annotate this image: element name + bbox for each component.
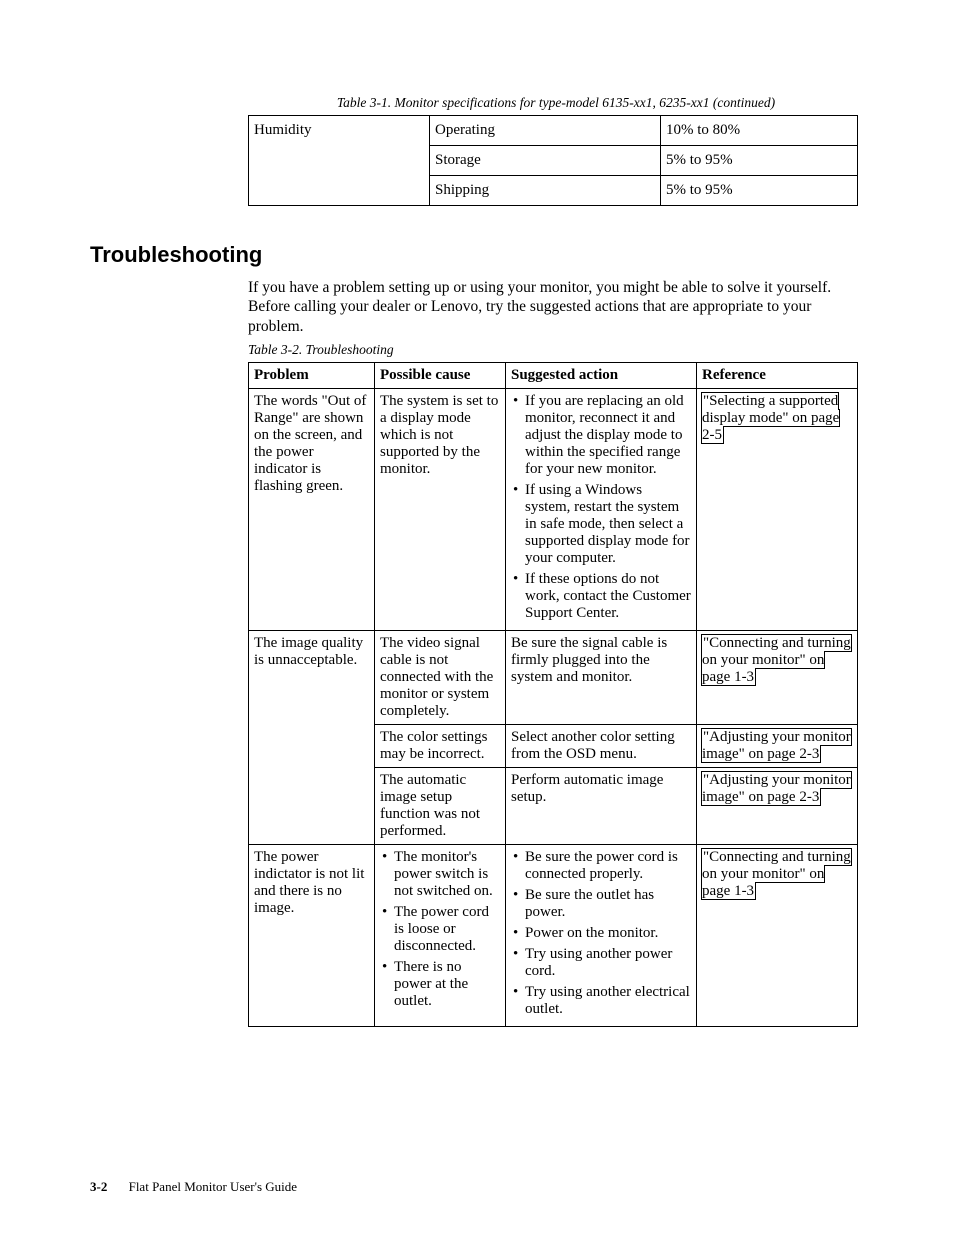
cell-action: Perform automatic image setup. [506, 768, 697, 845]
list-item: There is no power at the outlet. [394, 959, 500, 1010]
list-item: Be sure the outlet has power. [525, 887, 691, 921]
cell-cause: The color settings may be incorrect. [375, 725, 506, 768]
trouble-table: Problem Possible cause Suggested action … [248, 362, 858, 1027]
cell-problem: The image quality is unnacceptable. [249, 631, 375, 845]
reference-link[interactable]: "Selecting a supported display mode" on … [702, 393, 839, 443]
th-action: Suggested action [506, 363, 697, 389]
spec-cond: Storage [430, 146, 661, 176]
action-list: Be sure the power cord is connected prop… [511, 849, 691, 1018]
cell-reference: "Connecting and turning on your monitor"… [697, 845, 858, 1027]
list-item: The power cord is loose or disconnected. [394, 904, 500, 955]
table-row: Humidity Operating 10% to 80% [249, 116, 858, 146]
cell-problem: The words "Out of Range" are shown on th… [249, 389, 375, 631]
spec-cond: Operating [430, 116, 661, 146]
th-reference: Reference [697, 363, 858, 389]
table-header-row: Problem Possible cause Suggested action … [249, 363, 858, 389]
list-item: If these options do not work, contact th… [525, 571, 691, 622]
table-row: The image quality is unnacceptable. The … [249, 631, 858, 725]
trouble-table-caption: Table 3-2. Troubleshooting [248, 342, 864, 358]
table-row: The words "Out of Range" are shown on th… [249, 389, 858, 631]
reference-link[interactable]: "Connecting and turning on your monitor"… [702, 635, 851, 685]
cell-action: Select another color setting from the OS… [506, 725, 697, 768]
spec-cond: Shipping [430, 176, 661, 206]
cell-reference: "Selecting a supported display mode" on … [697, 389, 858, 631]
spec-row-label: Humidity [249, 116, 430, 206]
spec-table-block: Table 3-1. Monitor specifications for ty… [248, 95, 864, 206]
spec-val: 10% to 80% [661, 116, 858, 146]
cell-problem: The power indictator is not lit and ther… [249, 845, 375, 1027]
cell-reference: "Connecting and turning on your monitor"… [697, 631, 858, 725]
spec-val: 5% to 95% [661, 146, 858, 176]
cell-action: Be sure the signal cable is firmly plugg… [506, 631, 697, 725]
action-list: If you are replacing an old monitor, rec… [511, 393, 691, 622]
cell-reference: "Adjusting your monitor image" on page 2… [697, 725, 858, 768]
cell-cause: The video signal cable is not connected … [375, 631, 506, 725]
list-item: Try using another electrical outlet. [525, 984, 691, 1018]
table-row: The power indictator is not lit and ther… [249, 845, 858, 1027]
spec-table-caption: Table 3-1. Monitor specifications for ty… [248, 95, 864, 111]
page-footer: 3-2 Flat Panel Monitor User's Guide [90, 1179, 297, 1195]
intro-paragraph: If you have a problem setting up or usin… [248, 278, 864, 336]
list-item: Try using another power cord. [525, 946, 691, 980]
reference-link[interactable]: "Adjusting your monitor image" on page 2… [702, 772, 851, 805]
list-item: Power on the monitor. [525, 925, 691, 942]
cell-action: Be sure the power cord is connected prop… [506, 845, 697, 1027]
list-item: If using a Windows system, restart the s… [525, 482, 691, 567]
cell-action: If you are replacing an old monitor, rec… [506, 389, 697, 631]
cause-list: The monitor's power switch is not switch… [380, 849, 500, 1010]
cell-cause: The monitor's power switch is not switch… [375, 845, 506, 1027]
spec-val: 5% to 95% [661, 176, 858, 206]
reference-link[interactable]: "Connecting and turning on your monitor"… [702, 849, 851, 899]
section-body: If you have a problem setting up or usin… [248, 278, 864, 1027]
reference-link[interactable]: "Adjusting your monitor image" on page 2… [702, 729, 851, 762]
th-cause: Possible cause [375, 363, 506, 389]
cell-cause: The automatic image setup function was n… [375, 768, 506, 845]
cell-reference: "Adjusting your monitor image" on page 2… [697, 768, 858, 845]
section-heading: Troubleshooting [90, 242, 864, 268]
spec-table: Humidity Operating 10% to 80% Storage 5%… [248, 115, 858, 206]
th-problem: Problem [249, 363, 375, 389]
cell-cause: The system is set to a display mode whic… [375, 389, 506, 631]
page-number: 3-2 [90, 1179, 107, 1194]
list-item: The monitor's power switch is not switch… [394, 849, 500, 900]
list-item: Be sure the power cord is connected prop… [525, 849, 691, 883]
footer-title: Flat Panel Monitor User's Guide [129, 1179, 297, 1194]
list-item: If you are replacing an old monitor, rec… [525, 393, 691, 478]
